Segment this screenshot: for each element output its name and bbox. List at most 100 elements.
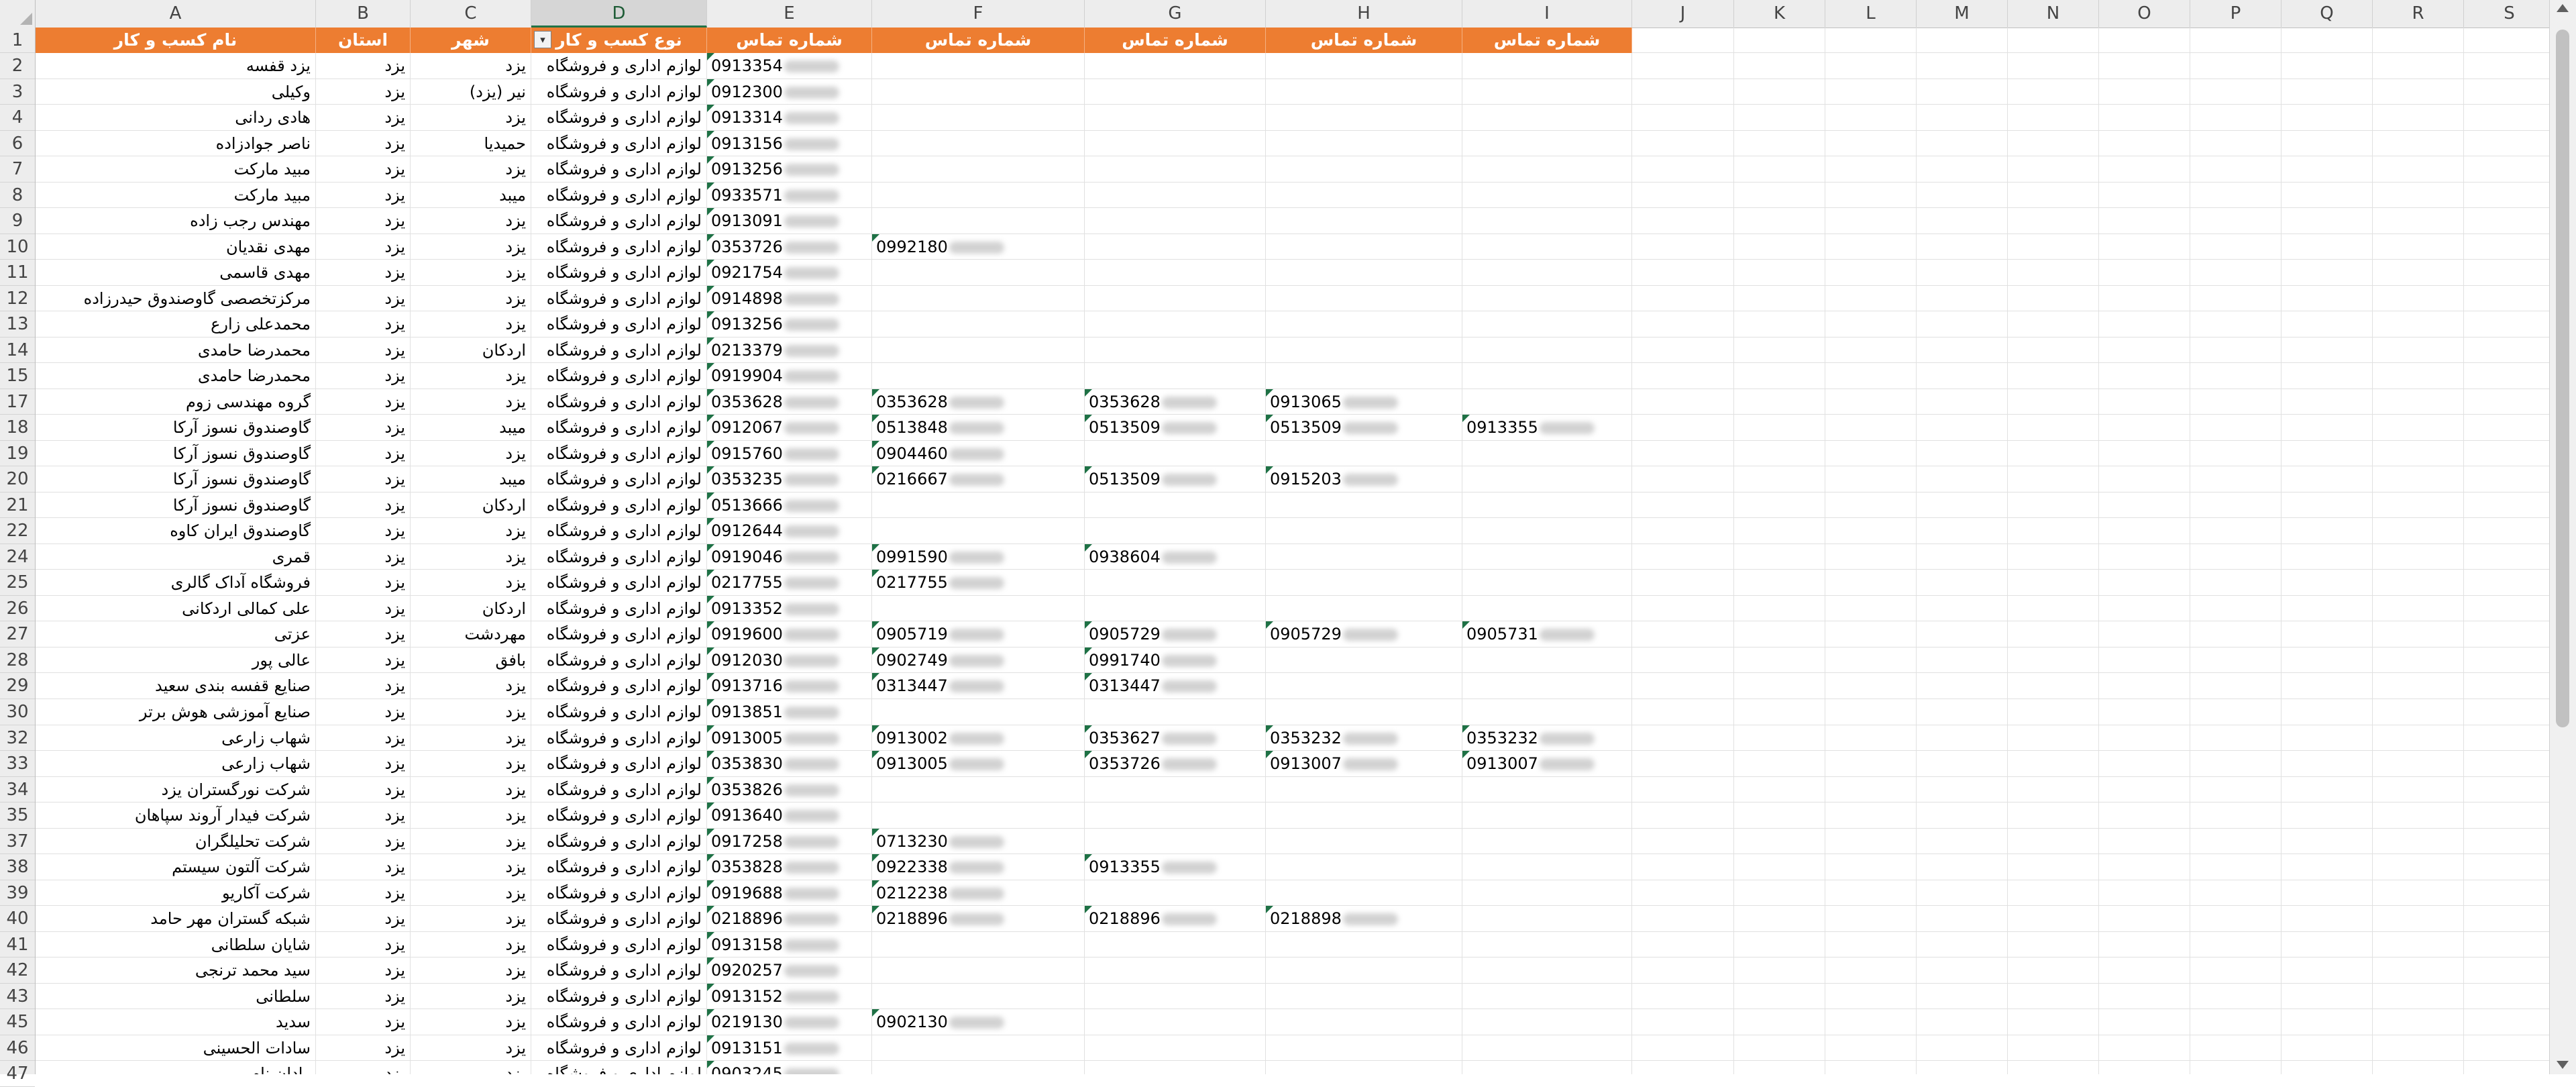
cell-phone[interactable]: 0991590 [872,544,1085,570]
cell-phone[interactable]: 0213379 [707,337,872,364]
row-header[interactable]: 4 [0,105,35,131]
cell-business-type[interactable]: لوازم اداری و فروشگاه [531,725,707,752]
row-header[interactable]: 30 [0,699,35,725]
cell-phone[interactable]: 0218898 [1266,906,1462,932]
cell-business-type[interactable]: لوازم اداری و فروشگاه [531,466,707,493]
cell-phone[interactable]: 0913158 [707,931,872,958]
cell-city[interactable]: اردکان [411,596,531,622]
cell-province[interactable]: یزد [316,260,411,286]
row-header[interactable]: 29 [0,673,35,699]
column-header-d[interactable]: D [531,0,707,28]
column-header-s[interactable]: S [2464,0,2555,28]
cell-phone[interactable]: 0917258 [707,828,872,855]
cell-city[interactable]: بافق [411,648,531,674]
row-header[interactable]: 7 [0,156,35,183]
cell-phone[interactable]: 0921754 [707,260,872,286]
cell-business-type[interactable]: لوازم اداری و فروشگاه [531,673,707,699]
cell-phone[interactable]: 0713230 [872,828,1085,855]
row-header[interactable]: 35 [0,803,35,829]
cell-phone[interactable]: 0353232 [1462,725,1632,752]
cell-phone[interactable]: 0353826 [707,776,872,803]
cell-business-type[interactable]: لوازم اداری و فروشگاه [531,596,707,622]
cell-phone[interactable]: 0992180 [872,234,1085,260]
cell-business-name[interactable]: هادی ردانی [36,105,316,131]
cell-province[interactable]: یزد [316,156,411,183]
cell-phone[interactable]: 0922338 [872,854,1085,880]
row-header[interactable]: 46 [0,1035,35,1062]
row-header[interactable]: 24 [0,544,35,570]
header-cell[interactable]: نوع کسب و کار ▾ [531,28,707,53]
column-header-h[interactable]: H [1266,0,1462,28]
cell-business-name[interactable]: شرکت نورگستران یزد [36,777,316,803]
row-header[interactable]: 37 [0,829,35,855]
cell-city[interactable]: یزد [411,234,531,260]
cell-city[interactable]: یزد [411,854,531,880]
row-header[interactable]: 14 [0,338,35,364]
cell-phone[interactable]: 0353235 [707,466,872,493]
column-header-i[interactable]: I [1462,0,1632,28]
cell-business-type[interactable]: لوازم اداری و فروشگاه [531,1009,707,1035]
cell-province[interactable]: یزد [316,570,411,596]
header-cell[interactable]: نام کسب و کار [36,28,316,53]
cell-business-type[interactable]: لوازم اداری و فروشگاه [531,648,707,674]
cell-province[interactable]: یزد [316,1009,411,1035]
cell-province[interactable]: یزد [316,183,411,209]
cell-phone[interactable]: 0913355 [1462,415,1632,441]
cell-business-name[interactable]: فروشگاه آداک گالری [36,570,316,596]
cell-phone[interactable]: 0913156 [707,130,872,157]
header-cell[interactable]: شماره تماس [1462,28,1632,53]
cell-phone[interactable]: 0218896 [707,906,872,932]
cell-business-type[interactable]: لوازم اداری و فروشگاه [531,363,707,389]
column-header-m[interactable]: M [1917,0,2008,28]
cell-phone[interactable]: 0513848 [872,415,1085,441]
cell-city[interactable]: یزد [411,1009,531,1035]
cell-city[interactable]: یزد [411,1035,531,1062]
cell-phone[interactable]: 0913352 [707,595,872,622]
cell-business-name[interactable]: مبید مارکت [36,183,316,209]
cell-phone[interactable]: 0913091 [707,208,872,234]
cell-business-type[interactable]: لوازم اداری و فروشگاه [531,777,707,803]
cell-business-name[interactable]: سید محمد ترنجی [36,957,316,984]
row-header[interactable]: 12 [0,286,35,312]
cell-phone[interactable]: 0913007 [1266,751,1462,777]
cell-phone[interactable]: 0913005 [872,751,1085,777]
cell-business-type[interactable]: لوازم اداری و فروشگاه [531,131,707,157]
cell-province[interactable]: یزد [316,518,411,544]
cell-phone[interactable]: 0903245 [707,1061,872,1074]
cell-phone[interactable]: 0913716 [707,673,872,699]
cell-business-name[interactable]: گروه مهندسی زوم [36,389,316,415]
header-cell[interactable]: شماره تماس [1266,28,1462,53]
cell-business-name[interactable]: مهدی قاسمی [36,260,316,286]
cell-city[interactable]: یزد [411,311,531,338]
cell-phone[interactable]: 0913851 [707,699,872,725]
cell-phone[interactable]: 0902749 [872,647,1085,674]
cell-business-type[interactable]: لوازم اداری و فروشگاه [531,854,707,880]
column-header-b[interactable]: B [316,0,411,28]
cell-business-name[interactable]: شرکت فیدار آروند سپاهان [36,803,316,829]
column-header-a[interactable]: A [36,0,316,28]
cell-business-name[interactable]: سلطانی [36,984,316,1010]
row-header[interactable]: 9 [0,208,35,234]
cell-province[interactable]: یزد [316,363,411,389]
cell-business-type[interactable]: لوازم اداری و فروشگاه [531,208,707,234]
cell-province[interactable]: یزد [316,105,411,131]
cell-phone[interactable]: 0353628 [872,389,1085,415]
filter-dropdown-icon[interactable]: ▾ [534,31,551,48]
cell-province[interactable]: یزد [316,234,411,260]
cell-phone[interactable]: 0912030 [707,647,872,674]
scroll-down-arrow-icon[interactable] [2557,1061,2569,1069]
row-header[interactable]: 32 [0,725,35,752]
cell-phone[interactable]: 0913151 [707,1035,872,1062]
cell-city[interactable]: یزد [411,932,531,958]
cell-business-type[interactable]: لوازم اداری و فروشگاه [531,518,707,544]
cell-business-name[interactable]: یزد قفسه [36,53,316,79]
cell-business-type[interactable]: لوازم اداری و فروشگاه [531,389,707,415]
cell-phone[interactable]: 0913354 [707,53,872,79]
row-header[interactable]: 20 [0,466,35,493]
cell-phone[interactable]: 0919600 [707,621,872,648]
cell-phone[interactable]: 0212238 [872,880,1085,907]
cell-business-type[interactable]: لوازم اداری و فروشگاه [531,699,707,725]
cell-business-name[interactable]: سادات الحسینی [36,1035,316,1062]
cell-phone[interactable]: 0913640 [707,803,872,829]
cell-business-type[interactable]: لوازم اداری و فروشگاه [531,441,707,467]
